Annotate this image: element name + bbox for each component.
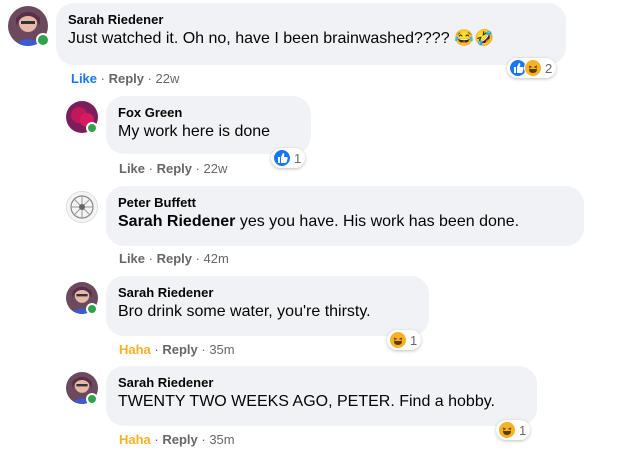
comment-actions: Haha · Reply · 35m <box>119 342 235 357</box>
haha-reaction-button[interactable]: Haha <box>119 432 151 447</box>
comment-author[interactable]: Sarah Riedener <box>68 11 554 28</box>
reaction-summary[interactable]: 1 <box>496 420 531 440</box>
haha-icon <box>524 59 542 77</box>
reply-button[interactable]: Reply <box>162 342 197 357</box>
comment-author[interactable]: Sarah Riedener <box>118 374 525 391</box>
reaction-summary[interactable]: 1 <box>387 330 422 350</box>
reaction-count: 1 <box>410 332 418 348</box>
comment-bubble: Sarah Riedener TWENTY TWO WEEKS AGO, PET… <box>106 366 537 426</box>
avatar[interactable] <box>66 191 98 223</box>
comment-actions: Haha · Reply · 35m <box>119 432 235 447</box>
comment-text: Just watched it. Oh no, have I been brai… <box>68 30 450 47</box>
online-status-indicator <box>86 303 98 315</box>
haha-icon <box>389 331 407 349</box>
reaction-summary[interactable]: 1 <box>271 148 306 168</box>
like-button[interactable]: Like <box>119 161 145 176</box>
comment-text: TWENTY TWO WEEKS AGO, PETER. Find a hobb… <box>118 393 495 410</box>
emoji: 😂🤣 <box>454 30 494 47</box>
mention-link[interactable]: Sarah Riedener <box>118 213 235 230</box>
like-icon <box>273 149 291 167</box>
reaction-summary[interactable]: 2 <box>507 58 557 78</box>
comment-bubble: Sarah Riedener Just watched it. Oh no, h… <box>56 3 566 65</box>
reply-button[interactable]: Reply <box>157 251 192 266</box>
reaction-count: 1 <box>519 422 527 438</box>
comment-author[interactable]: Peter Buffett <box>118 194 572 211</box>
online-status-indicator <box>36 33 50 47</box>
comment-bubble: Peter Buffett Sarah Riedener yes you hav… <box>106 186 584 246</box>
reply-button[interactable]: Reply <box>157 161 192 176</box>
comment-bubble: Fox Green My work here is done <box>106 96 311 154</box>
comment-bubble: Sarah Riedener Bro drink some water, you… <box>106 276 429 336</box>
haha-reaction-button[interactable]: Haha <box>119 342 151 357</box>
timestamp[interactable]: 42m <box>204 251 229 266</box>
comment-actions: Like · Reply · 22w <box>119 161 228 176</box>
comment-text: yes you have. His work has been done. <box>235 213 520 230</box>
comment-author[interactable]: Sarah Riedener <box>118 284 417 301</box>
haha-icon <box>498 421 516 439</box>
comment-text: My work here is done <box>118 123 271 140</box>
reply-button[interactable]: Reply <box>109 71 144 86</box>
online-status-indicator <box>86 393 98 405</box>
reaction-count: 2 <box>545 60 553 76</box>
online-status-indicator <box>86 122 98 134</box>
reply-button[interactable]: Reply <box>162 432 197 447</box>
comment-actions: Like · Reply · 22w <box>71 71 180 86</box>
comment-text: Bro drink some water, you're thirsty. <box>118 303 371 320</box>
timestamp[interactable]: 35m <box>209 432 234 447</box>
reaction-count: 1 <box>294 150 302 166</box>
timestamp[interactable]: 22w <box>204 161 228 176</box>
timestamp[interactable]: 22w <box>156 71 180 86</box>
like-button[interactable]: Like <box>71 71 97 86</box>
timestamp[interactable]: 35m <box>209 342 234 357</box>
comment-author[interactable]: Fox Green <box>118 104 299 121</box>
like-button[interactable]: Like <box>119 251 145 266</box>
comment-actions: Like · Reply · 42m <box>119 251 229 266</box>
